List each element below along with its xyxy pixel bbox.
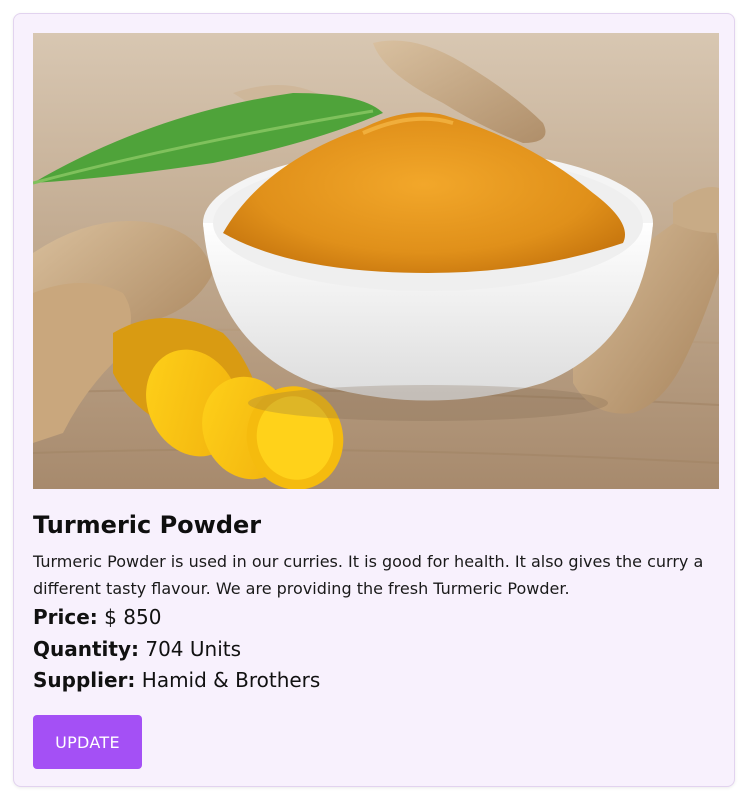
price-value: $ 850 (104, 605, 162, 629)
quantity-value: 704 Units (145, 637, 242, 661)
product-title: Turmeric Powder (33, 511, 262, 539)
update-button[interactable]: UPDATE (33, 715, 142, 769)
product-description: Turmeric Powder is used in our curries. … (33, 552, 704, 598)
price-label: Price: (33, 605, 98, 629)
product-image (33, 33, 719, 489)
price-row: Price: $ 850 (33, 603, 161, 631)
quantity-label: Quantity: (33, 637, 139, 661)
supplier-value: Hamid & Brothers (141, 668, 321, 692)
quantity-row: Quantity: 704 Units (33, 635, 241, 663)
product-card: Turmeric Powder Turmeric Powder is used … (13, 13, 735, 787)
supplier-label: Supplier: (33, 668, 136, 692)
supplier-row: Supplier: Hamid & Brothers (33, 666, 320, 694)
